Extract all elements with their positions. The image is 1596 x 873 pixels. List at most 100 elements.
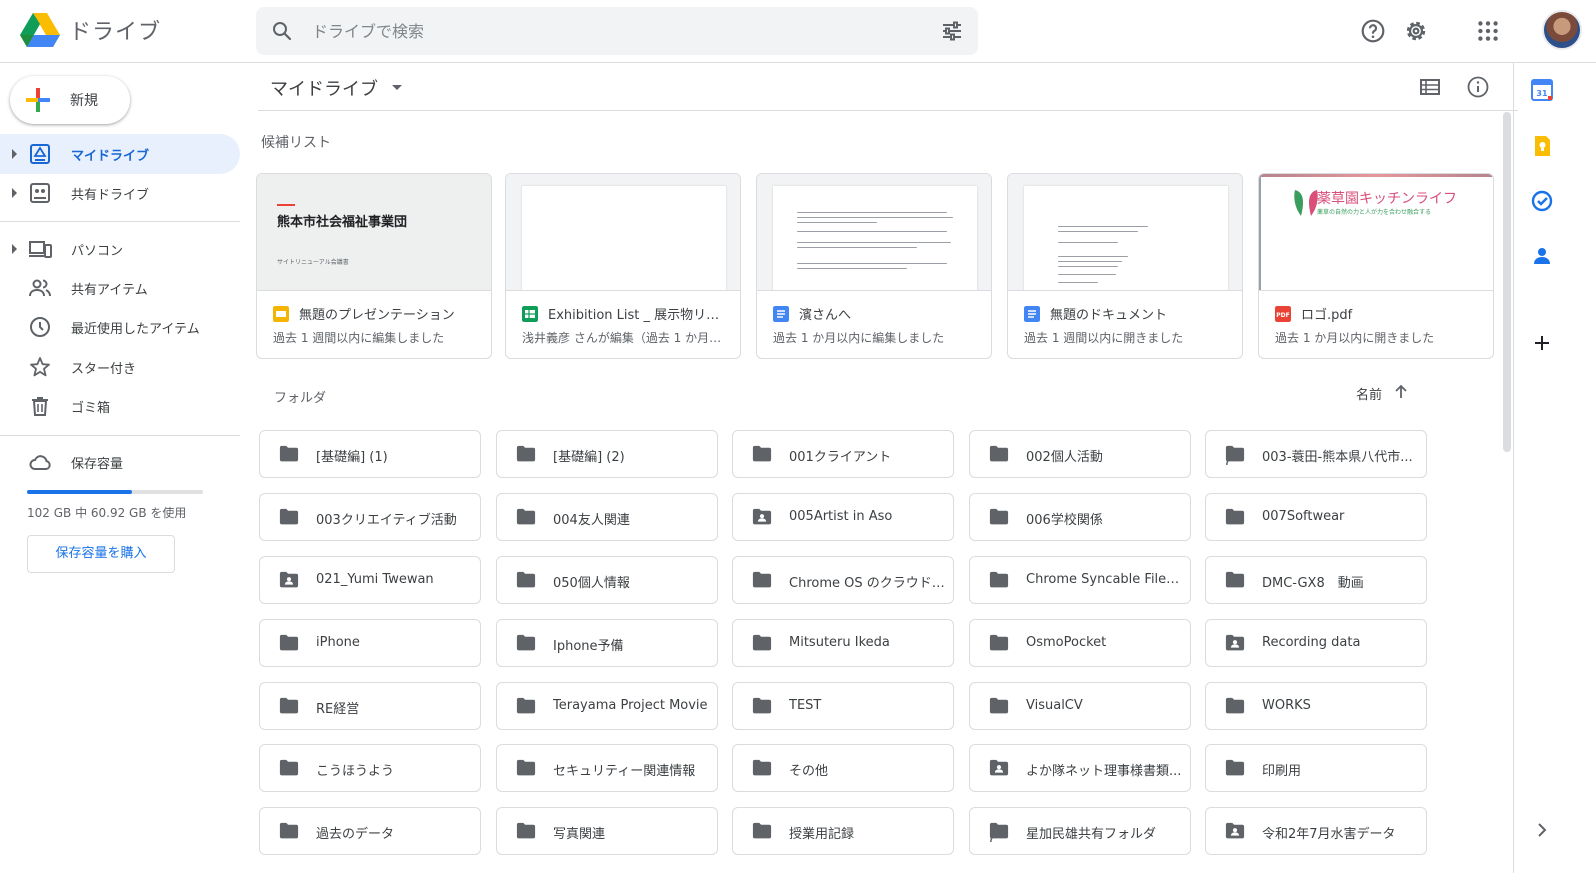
folder-card[interactable]: 001クライアント <box>732 430 954 478</box>
file-activity: 過去 1 週間以内に開きました <box>1024 331 1184 345</box>
app-title[interactable]: ドライブ <box>69 14 161 46</box>
folder-card[interactable]: Chrome OS のクラウド ... <box>732 556 954 604</box>
calendar-day: 31 <box>1536 89 1548 98</box>
search-options-icon[interactable] <box>940 19 964 43</box>
help-icon[interactable] <box>1360 18 1386 44</box>
folder-icon <box>989 634 1009 651</box>
file-activity: 過去 1 週間以内に編集しました <box>273 331 445 345</box>
chevron-down-icon[interactable] <box>392 85 402 90</box>
folder-card[interactable]: 050個人情報 <box>496 556 718 604</box>
calendar-icon[interactable]: 31 <box>1530 78 1554 102</box>
sidebar-item-trash[interactable]: ゴミ箱 <box>0 386 240 426</box>
folder-card[interactable]: その他 <box>732 744 954 792</box>
folder-card[interactable]: 過去のデータ <box>259 807 481 855</box>
folder-card[interactable]: 写真関連 <box>496 807 718 855</box>
buy-storage-button[interactable]: 保存容量を購入 <box>27 535 175 573</box>
sidebar-item-starred[interactable]: スター付き <box>0 347 240 387</box>
folder-name: Terayama Project Movie <box>553 698 708 713</box>
side-panel-rail: 31 <box>1513 63 1596 873</box>
folder-card[interactable]: 授業用記録 <box>732 807 954 855</box>
tasks-icon[interactable] <box>1530 189 1554 213</box>
shared-folder-icon <box>752 508 772 525</box>
scrollbar-thumb[interactable] <box>1503 112 1511 452</box>
folder-card[interactable]: よか隊ネット理事様書類... <box>969 744 1191 792</box>
sidebar-item-recent[interactable]: 最近使用したアイテム <box>0 307 240 347</box>
folder-card[interactable]: 004友人関連 <box>496 493 718 541</box>
expand-caret-icon[interactable] <box>12 244 17 254</box>
folder-icon <box>752 571 772 588</box>
suggested-file-card[interactable]: 薬草園キッチンライフ 薬草の自然の力と人が力を合わせ融合する PDF ロゴ.pd… <box>1258 173 1494 359</box>
suggested-file-card[interactable]: 無題のドキュメント 過去 1 週間以内に開きました <box>1007 173 1243 359</box>
folder-name: 050個人情報 <box>553 576 630 591</box>
plus-icon <box>26 88 50 112</box>
suggested-file-card[interactable]: 濱さんへ 過去 1 か月以内に編集しました <box>756 173 992 359</box>
folder-card[interactable]: Mitsuteru Ikeda <box>732 619 954 667</box>
folder-card[interactable]: 005Artist in Aso <box>732 493 954 541</box>
sidebar-item-my-drive[interactable]: マイドライブ <box>0 134 240 174</box>
folder-card[interactable]: [基礎編] (2) <box>496 430 718 478</box>
search-icon[interactable] <box>270 19 294 43</box>
expand-caret-icon[interactable] <box>12 188 17 198</box>
sidebar-item-shared-drives[interactable]: 共有ドライブ <box>0 173 240 213</box>
folder-card[interactable]: RE経営 <box>259 682 481 730</box>
sidebar-item-label: パソコン <box>71 244 124 259</box>
sidebar-item-shared-with-me[interactable]: 共有アイテム <box>0 268 240 308</box>
folder-card[interactable]: Recording data <box>1205 619 1427 667</box>
folder-card[interactable]: 006学校関係 <box>969 493 1191 541</box>
folder-card[interactable]: 印刷用 <box>1205 744 1427 792</box>
folder-card[interactable]: 令和2年7月水害データ <box>1205 807 1427 855</box>
folder-card[interactable]: こうほうよう <box>259 744 481 792</box>
search-input[interactable] <box>312 7 872 55</box>
sidebar-item-storage[interactable]: 保存容量 <box>0 442 240 482</box>
add-addon-icon[interactable] <box>1530 331 1554 355</box>
folder-name: RE経営 <box>316 702 360 717</box>
search-bar[interactable] <box>256 7 978 55</box>
new-button-label: 新規 <box>70 93 98 109</box>
folder-card[interactable]: OsmoPocket <box>969 619 1191 667</box>
file-name: 無題のドキュメント <box>1050 308 1168 323</box>
folder-card[interactable]: 003-蓑田-熊本県八代市... <box>1205 430 1427 478</box>
account-avatar[interactable] <box>1542 10 1582 50</box>
chevron-right-icon[interactable] <box>1530 818 1554 842</box>
suggested-file-card[interactable]: 熊本市社会福祉事業団 サイトリニューアル会議書 無題のプレゼンテーション 過去 … <box>256 173 492 359</box>
folder-card[interactable]: Chrome Syncable FileSys... <box>969 556 1191 604</box>
settings-gear-icon[interactable] <box>1403 18 1429 44</box>
folder-name: 星加民雄共有フォルダ <box>1026 827 1157 842</box>
folder-card[interactable]: セキュリティー関連情報 <box>496 744 718 792</box>
apps-grid-icon[interactable] <box>1475 18 1501 44</box>
folder-name: 写真関連 <box>553 827 606 842</box>
new-button[interactable]: 新規 <box>10 76 130 124</box>
slides-file-icon <box>273 306 289 322</box>
sheets-file-icon <box>522 306 538 322</box>
info-icon[interactable] <box>1466 75 1490 99</box>
drive-logo-icon[interactable] <box>20 12 60 48</box>
folder-card[interactable]: 002個人活動 <box>969 430 1191 478</box>
suggested-file-card[interactable]: Exhibition List _ 展示物リスト 浅井義彦 さんが編集（過去 1… <box>505 173 741 359</box>
breadcrumb[interactable]: マイドライブ <box>270 75 378 101</box>
file-thumbnail <box>506 174 740 291</box>
folder-card[interactable]: VisualCV <box>969 682 1191 730</box>
folder-name: 003クリエイティブ活動 <box>316 513 457 528</box>
folder-card[interactable]: iPhone <box>259 619 481 667</box>
folder-card[interactable]: [基礎編] (1) <box>259 430 481 478</box>
folder-card[interactable]: Terayama Project Movie <box>496 682 718 730</box>
folder-name: Chrome OS のクラウド ... <box>789 576 945 591</box>
folder-card[interactable]: Iphone予備 <box>496 619 718 667</box>
folder-card[interactable]: DMC-GX8 動画 <box>1205 556 1427 604</box>
folder-icon <box>989 571 1009 588</box>
arrow-up-icon[interactable] <box>1392 383 1410 401</box>
sidebar-item-computers[interactable]: パソコン <box>0 229 240 269</box>
expand-caret-icon[interactable] <box>12 149 17 159</box>
list-view-icon[interactable] <box>1418 75 1442 99</box>
folder-card[interactable]: WORKS <box>1205 682 1427 730</box>
folder-icon <box>516 634 536 651</box>
folder-card[interactable]: TEST <box>732 682 954 730</box>
contacts-icon[interactable] <box>1530 244 1554 268</box>
shared-folder-icon <box>1225 822 1245 839</box>
folder-card[interactable]: 021_Yumi Twewan <box>259 556 481 604</box>
sort-name-button[interactable]: 名前 <box>1356 384 1382 403</box>
folder-card[interactable]: 星加民雄共有フォルダ <box>969 807 1191 855</box>
folder-card[interactable]: 007Softwear <box>1205 493 1427 541</box>
folder-card[interactable]: 003クリエイティブ活動 <box>259 493 481 541</box>
sidebar-item-label: 保存容量 <box>71 457 124 472</box>
